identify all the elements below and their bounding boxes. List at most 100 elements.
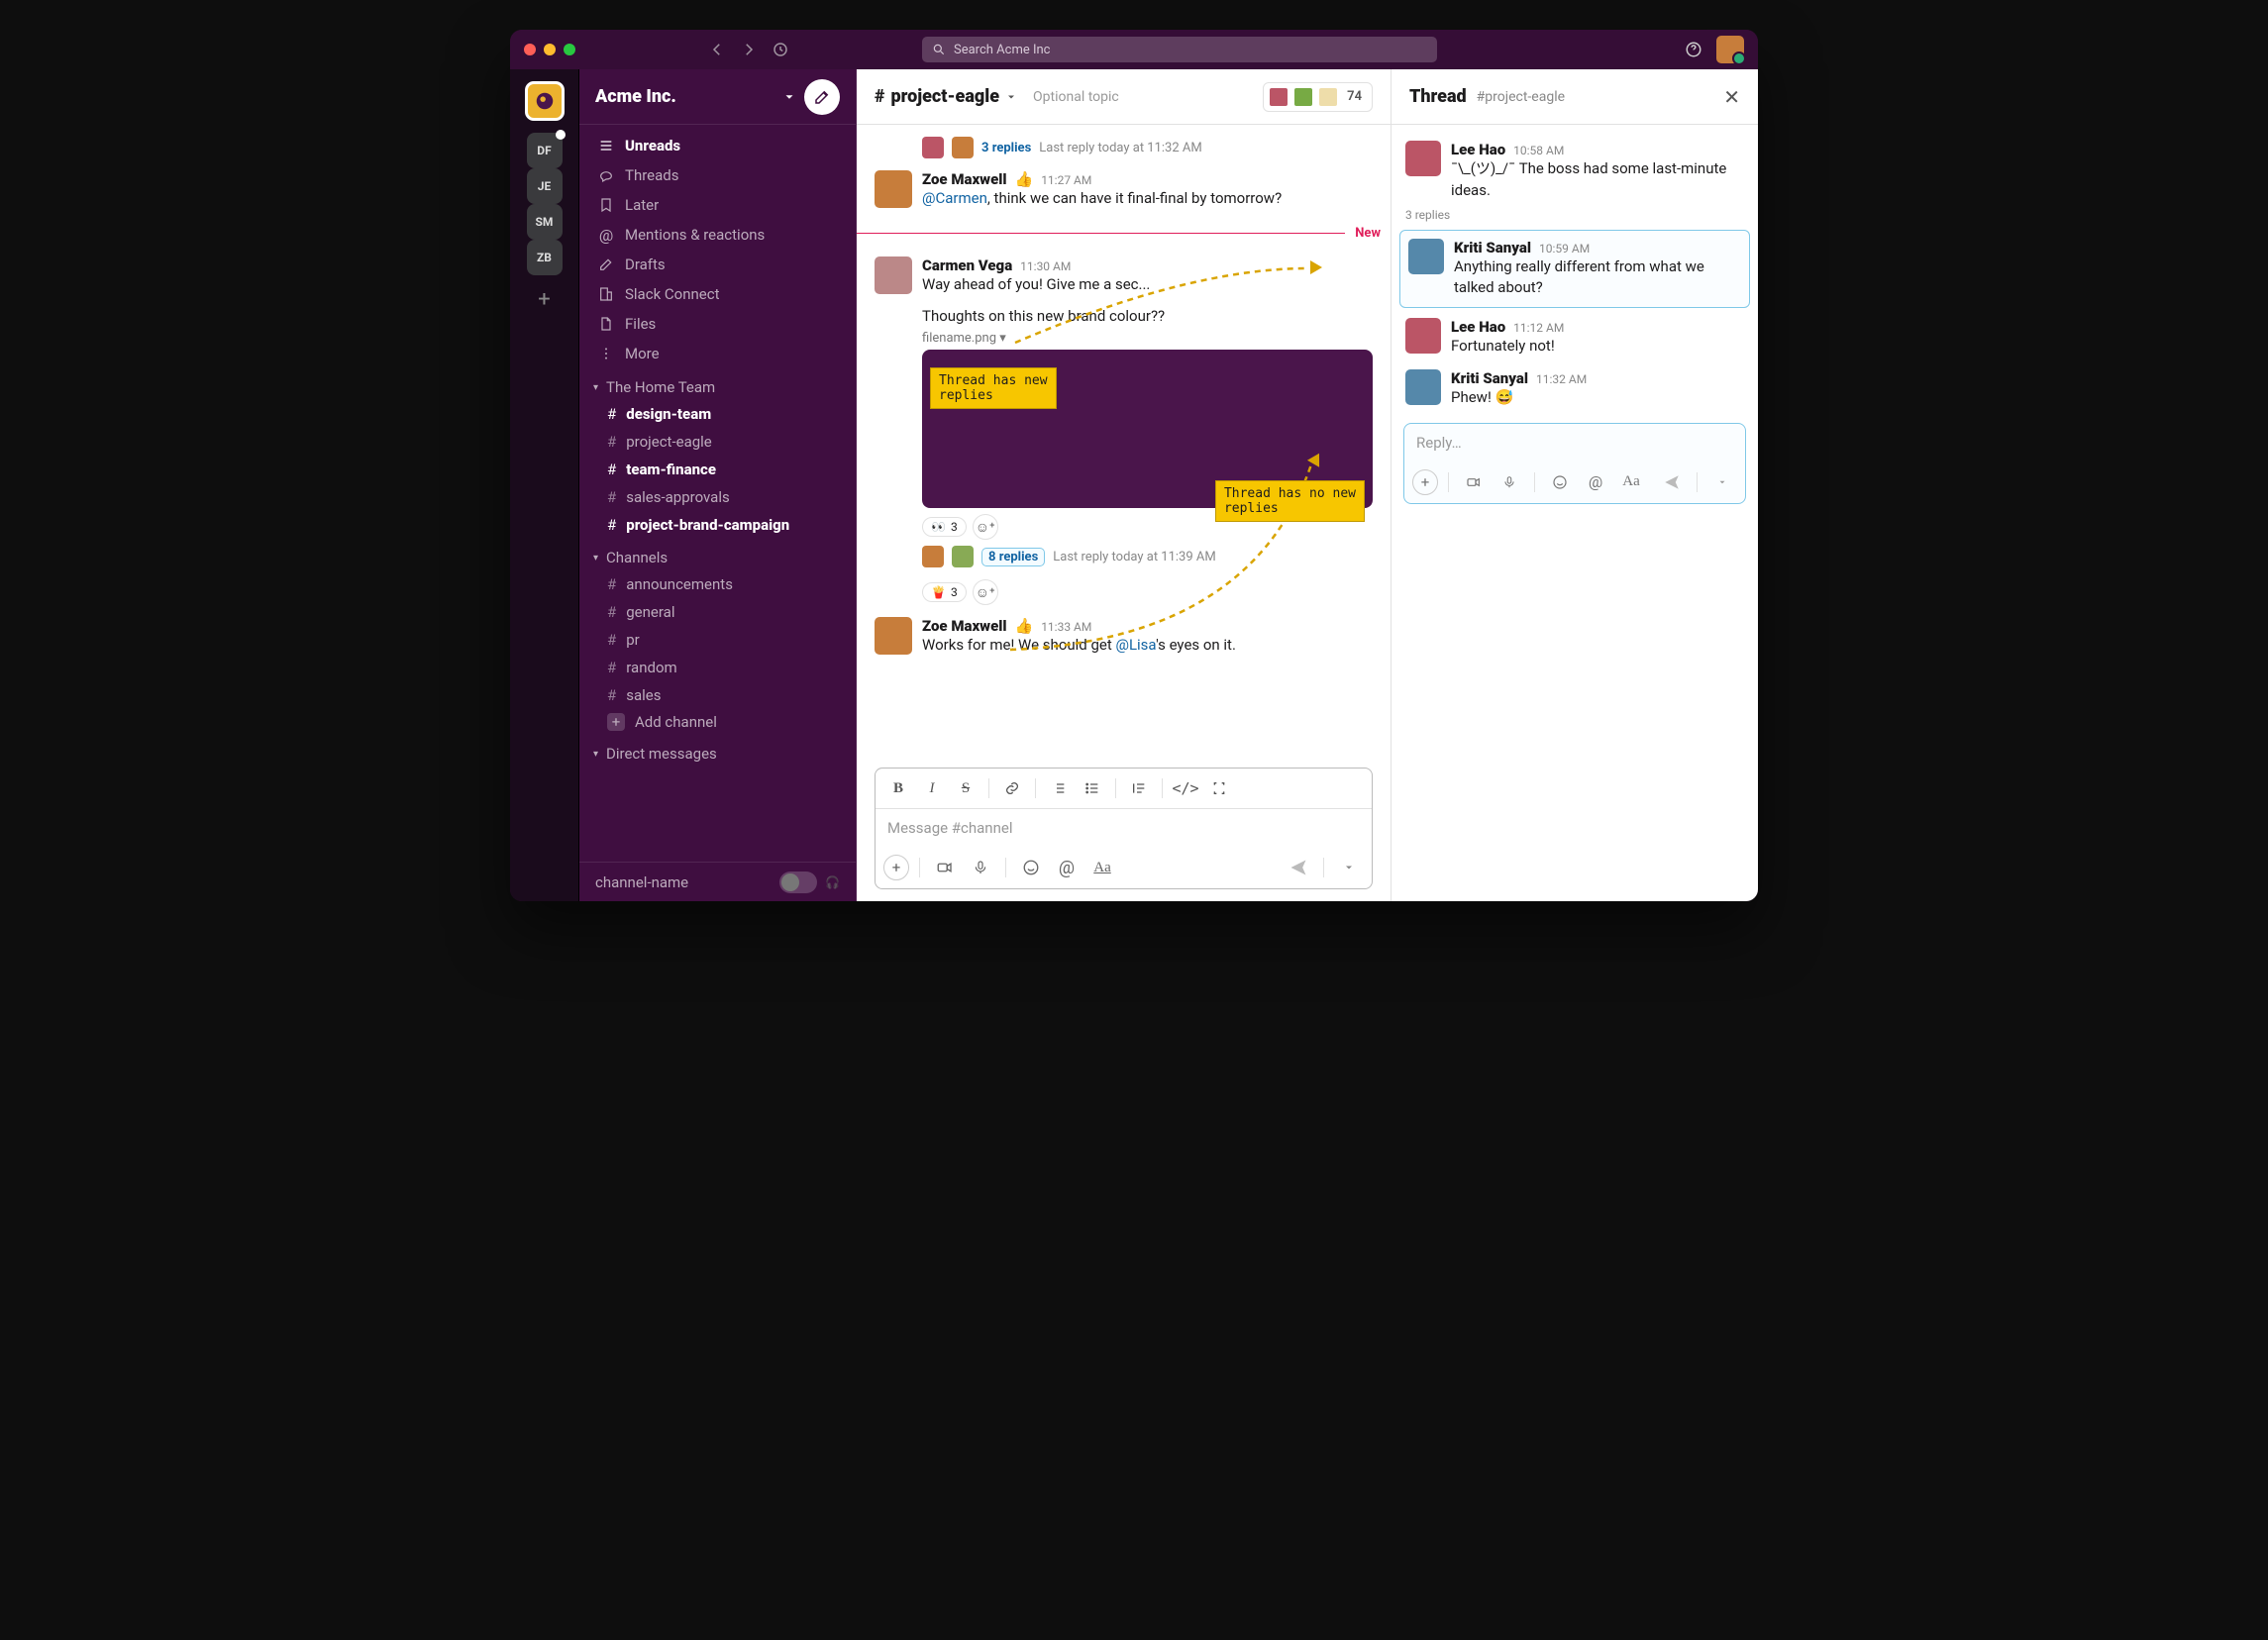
message[interactable]: Carmen Vega11:30 AMWay ahead of you! Giv… xyxy=(857,251,1391,574)
section-the-home-team[interactable]: ▾The Home Team xyxy=(579,368,856,400)
emoji-button[interactable] xyxy=(1016,853,1046,882)
workspace-icon[interactable] xyxy=(525,81,565,121)
nav-slack-connect[interactable]: Slack Connect xyxy=(579,279,856,309)
thread-message[interactable]: Lee Hao11:12 AMFortunately not! xyxy=(1392,312,1758,363)
mention[interactable]: @Lisa xyxy=(1115,636,1156,654)
thread-replies-link[interactable]: 3 repliesLast reply today at 11:32 AM xyxy=(922,137,1202,158)
channel-project-brand-campaign[interactable]: #project-brand-campaign xyxy=(579,511,856,539)
reaction[interactable]: 👀3 xyxy=(922,517,967,537)
message-avatar[interactable] xyxy=(1405,318,1441,354)
reply-input[interactable]: Reply… xyxy=(1404,424,1745,461)
close-window[interactable] xyxy=(524,44,536,55)
section-channels[interactable]: ▾Channels xyxy=(579,539,856,570)
ordered-list-button[interactable] xyxy=(1044,774,1074,802)
message[interactable]: Zoe Maxwell 👍11:33 AMWorks for me! We sh… xyxy=(857,611,1391,663)
channel-design-team[interactable]: #design-team xyxy=(579,400,856,428)
thread-subtitle[interactable]: #project-eagle xyxy=(1477,89,1565,105)
message[interactable]: Zoe Maxwell 👍11:27 AM@Carmen, think we c… xyxy=(857,164,1391,216)
send-options-button[interactable] xyxy=(1707,467,1737,497)
section-direct-messages[interactable]: ▾Direct messages xyxy=(579,735,856,767)
message-avatar[interactable] xyxy=(875,170,912,208)
mention[interactable]: @Carmen xyxy=(922,189,987,207)
reaction[interactable]: 🍟3 xyxy=(922,582,967,602)
nav-more[interactable]: More xyxy=(579,339,856,368)
nav-threads[interactable]: Threads xyxy=(579,160,856,190)
emoji-button[interactable] xyxy=(1545,467,1575,497)
codeblock-button[interactable] xyxy=(1204,774,1234,802)
headphones-icon[interactable]: 🎧 xyxy=(825,875,840,889)
user-avatar[interactable] xyxy=(1716,36,1744,63)
footer-channel[interactable]: channel-name xyxy=(595,873,688,891)
channel-project-eagle[interactable]: #project-eagle xyxy=(579,428,856,456)
message-avatar[interactable] xyxy=(875,256,912,294)
thread-reply-composer[interactable]: Reply… + @Aa xyxy=(1403,423,1746,504)
message-author[interactable]: Kriti Sanyal xyxy=(1451,369,1528,387)
nav-drafts[interactable]: Drafts xyxy=(579,250,856,279)
thread-message[interactable]: Kriti Sanyal10:59 AMAnything really diff… xyxy=(1399,230,1750,309)
history-icon[interactable] xyxy=(772,41,789,58)
code-button[interactable]: </> xyxy=(1171,774,1200,802)
bold-button[interactable]: B xyxy=(883,774,913,802)
blockquote-button[interactable] xyxy=(1124,774,1154,802)
message-avatar[interactable] xyxy=(1408,239,1444,274)
attach-button[interactable]: + xyxy=(1412,469,1438,495)
thread-replies-link[interactable]: 8 repliesLast reply today at 11:39 AM xyxy=(922,546,1373,567)
format-toggle-button[interactable]: Aa xyxy=(1616,467,1646,497)
add-workspace-button[interactable]: + xyxy=(538,287,550,312)
format-toggle-button[interactable]: Aa xyxy=(1087,853,1117,882)
huddle-toggle[interactable] xyxy=(779,871,817,893)
composer-input[interactable]: Message #channel xyxy=(876,809,1372,847)
mic-button[interactable] xyxy=(966,853,995,882)
bullet-list-button[interactable] xyxy=(1078,774,1107,802)
channel-random[interactable]: #random xyxy=(579,654,856,681)
help-icon[interactable] xyxy=(1685,41,1702,58)
history-back-icon[interactable] xyxy=(708,41,726,58)
message-avatar[interactable] xyxy=(1405,141,1441,176)
strike-button[interactable]: S xyxy=(951,774,980,802)
close-thread-button[interactable]: ✕ xyxy=(1723,85,1740,109)
workspace-switch-SM[interactable]: SM xyxy=(527,204,563,240)
workspace-header[interactable]: Acme Inc. xyxy=(579,69,856,125)
nav-later[interactable]: Later xyxy=(579,190,856,220)
message-list[interactable]: 3 repliesLast reply today at 11:32 AM Zoe… xyxy=(857,125,1391,768)
workspace-switch-DF[interactable]: DF xyxy=(527,133,563,168)
link-button[interactable] xyxy=(997,774,1027,802)
message-author[interactable]: Zoe Maxwell xyxy=(922,170,1007,188)
window-controls[interactable] xyxy=(524,44,575,55)
thread-messages[interactable]: Lee Hao10:58 AM¯\_(ツ)_/¯ The boss had so… xyxy=(1392,125,1758,901)
send-options-button[interactable] xyxy=(1334,853,1364,882)
search-input[interactable]: Search Acme Inc xyxy=(922,37,1437,62)
channel-sales-approvals[interactable]: #sales-approvals xyxy=(579,483,856,511)
send-button[interactable] xyxy=(1657,467,1687,497)
message-author[interactable]: Kriti Sanyal xyxy=(1454,239,1531,256)
add-reaction-button[interactable]: ☺⁺ xyxy=(973,514,998,540)
channel-sales[interactable]: #sales xyxy=(579,681,856,709)
image-attachment[interactable]: Thread has new repliesThread has no new … xyxy=(922,350,1373,508)
message-avatar[interactable] xyxy=(1405,369,1441,405)
mic-button[interactable] xyxy=(1495,467,1524,497)
history-forward-icon[interactable] xyxy=(740,41,758,58)
channel-announcements[interactable]: #announcements xyxy=(579,570,856,598)
channel-team-finance[interactable]: #team-finance xyxy=(579,456,856,483)
message-author[interactable]: Lee Hao xyxy=(1451,318,1505,336)
channel-general[interactable]: #general xyxy=(579,598,856,626)
minimize-window[interactable] xyxy=(544,44,556,55)
add-reaction-button[interactable]: ☺⁺ xyxy=(973,579,998,605)
add-channel-button[interactable]: +Add channel xyxy=(579,709,856,735)
channel-pr[interactable]: #pr xyxy=(579,626,856,654)
maximize-window[interactable] xyxy=(564,44,575,55)
nav-unreads[interactable]: Unreads xyxy=(579,131,856,160)
message-author[interactable]: Zoe Maxwell xyxy=(922,617,1007,635)
workspace-switch-JE[interactable]: JE xyxy=(527,168,563,204)
attach-button[interactable]: + xyxy=(883,855,909,880)
attachment-name[interactable]: filename.png ▾ xyxy=(922,331,1373,346)
video-button[interactable] xyxy=(1459,467,1489,497)
nav-files[interactable]: Files xyxy=(579,309,856,339)
thread-message[interactable]: Lee Hao10:58 AM¯\_(ツ)_/¯ The boss had so… xyxy=(1392,135,1758,208)
mention-button[interactable]: @ xyxy=(1581,467,1610,497)
message-avatar[interactable] xyxy=(875,617,912,655)
workspace-switch-ZB[interactable]: ZB xyxy=(527,240,563,275)
channel-topic[interactable]: Optional topic xyxy=(1033,89,1119,105)
compose-button[interactable] xyxy=(804,79,840,115)
message-composer[interactable]: B I S xyxy=(875,768,1373,889)
